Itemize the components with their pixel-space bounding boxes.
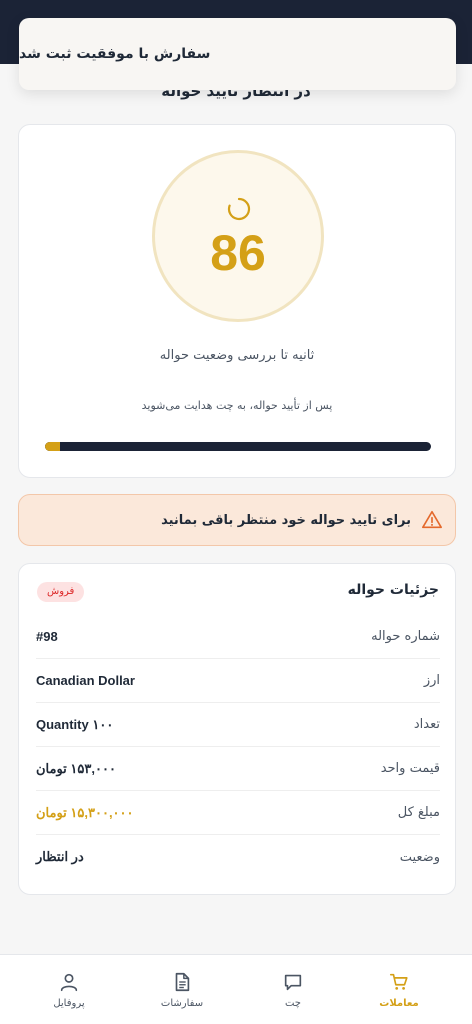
detail-label: وضعیت — [399, 849, 440, 865]
details-title: جزئیات حواله — [347, 582, 439, 598]
detail-value: ۱۵,۳۰۰,۰۰۰ تومان — [36, 804, 134, 820]
detail-label: تعداد — [413, 717, 440, 732]
detail-value: Canadian Dollar — [36, 673, 135, 688]
detail-value: ۱۵۳,۰۰۰ تومان — [36, 760, 116, 776]
detail-label: مبلغ کل — [397, 805, 440, 820]
user-icon — [60, 973, 78, 992]
timer-caption: ثانیه تا بررسی وضعیت حواله — [159, 348, 315, 363]
cart-icon — [389, 973, 408, 990]
detail-row-transfer-number: شماره حواله #98 — [36, 615, 440, 659]
progress-fill — [45, 442, 61, 451]
nav-label: چت — [284, 998, 301, 1009]
nav-label: سفارشات — [160, 998, 204, 1009]
detail-value: در انتظار — [36, 849, 84, 864]
nav-item-profile[interactable]: پروفایل — [14, 955, 124, 1024]
nav-label: پروفایل — [53, 998, 85, 1009]
waiting-alert: برای تایید حواله خود منتظر باقی بمانید — [18, 494, 456, 546]
document-icon — [175, 972, 190, 992]
success-toast[interactable]: سفارش با موفقیت ثبت شد — [19, 18, 456, 90]
detail-row-total: مبلغ کل ۱۵,۳۰۰,۰۰۰ تومان — [36, 791, 440, 835]
warning-icon — [422, 510, 442, 529]
timer-note: پس از تأیید حواله، به چت هدایت می‌شوید — [141, 399, 333, 412]
nav-item-orders[interactable]: سفارشات — [127, 955, 237, 1024]
detail-row-status: وضعیت در انتظار — [36, 835, 440, 879]
sell-badge: فروش — [37, 582, 85, 602]
nav-label: معاملات — [379, 998, 419, 1009]
detail-value: ۱۰۰ Quantity — [36, 716, 114, 732]
detail-value: #98 — [36, 629, 58, 644]
bottom-navigation: معاملات چت سفارشات پروفایل — [0, 954, 472, 1024]
transfer-details-card: جزئیات حواله فروش شماره حواله #98 ارز Ca… — [18, 563, 456, 895]
chat-icon — [284, 974, 302, 991]
progress-bar — [45, 442, 431, 451]
detail-label: ارز — [423, 673, 440, 688]
detail-row-currency: ارز Canadian Dollar — [36, 659, 440, 703]
detail-row-unit-price: قیمت واحد ۱۵۳,۰۰۰ تومان — [36, 747, 440, 791]
alert-text: برای تایید حواله خود منتظر باقی بمانید — [161, 512, 411, 528]
toast-message: سفارش با موفقیت ثبت شد — [19, 46, 211, 62]
nav-item-chat[interactable]: چت — [238, 955, 348, 1024]
timer-card: 86 ثانیه تا بررسی وضعیت حواله پس از تأیی… — [18, 124, 456, 478]
spinner-icon — [227, 197, 251, 221]
detail-label: شماره حواله — [371, 629, 440, 644]
countdown-seconds: 86 — [210, 225, 266, 281]
detail-row-quantity: تعداد ۱۰۰ Quantity — [36, 703, 440, 747]
countdown-circle: 86 — [152, 150, 324, 322]
detail-label: قیمت واحد — [380, 761, 440, 776]
nav-item-trades[interactable]: معاملات — [344, 955, 454, 1024]
